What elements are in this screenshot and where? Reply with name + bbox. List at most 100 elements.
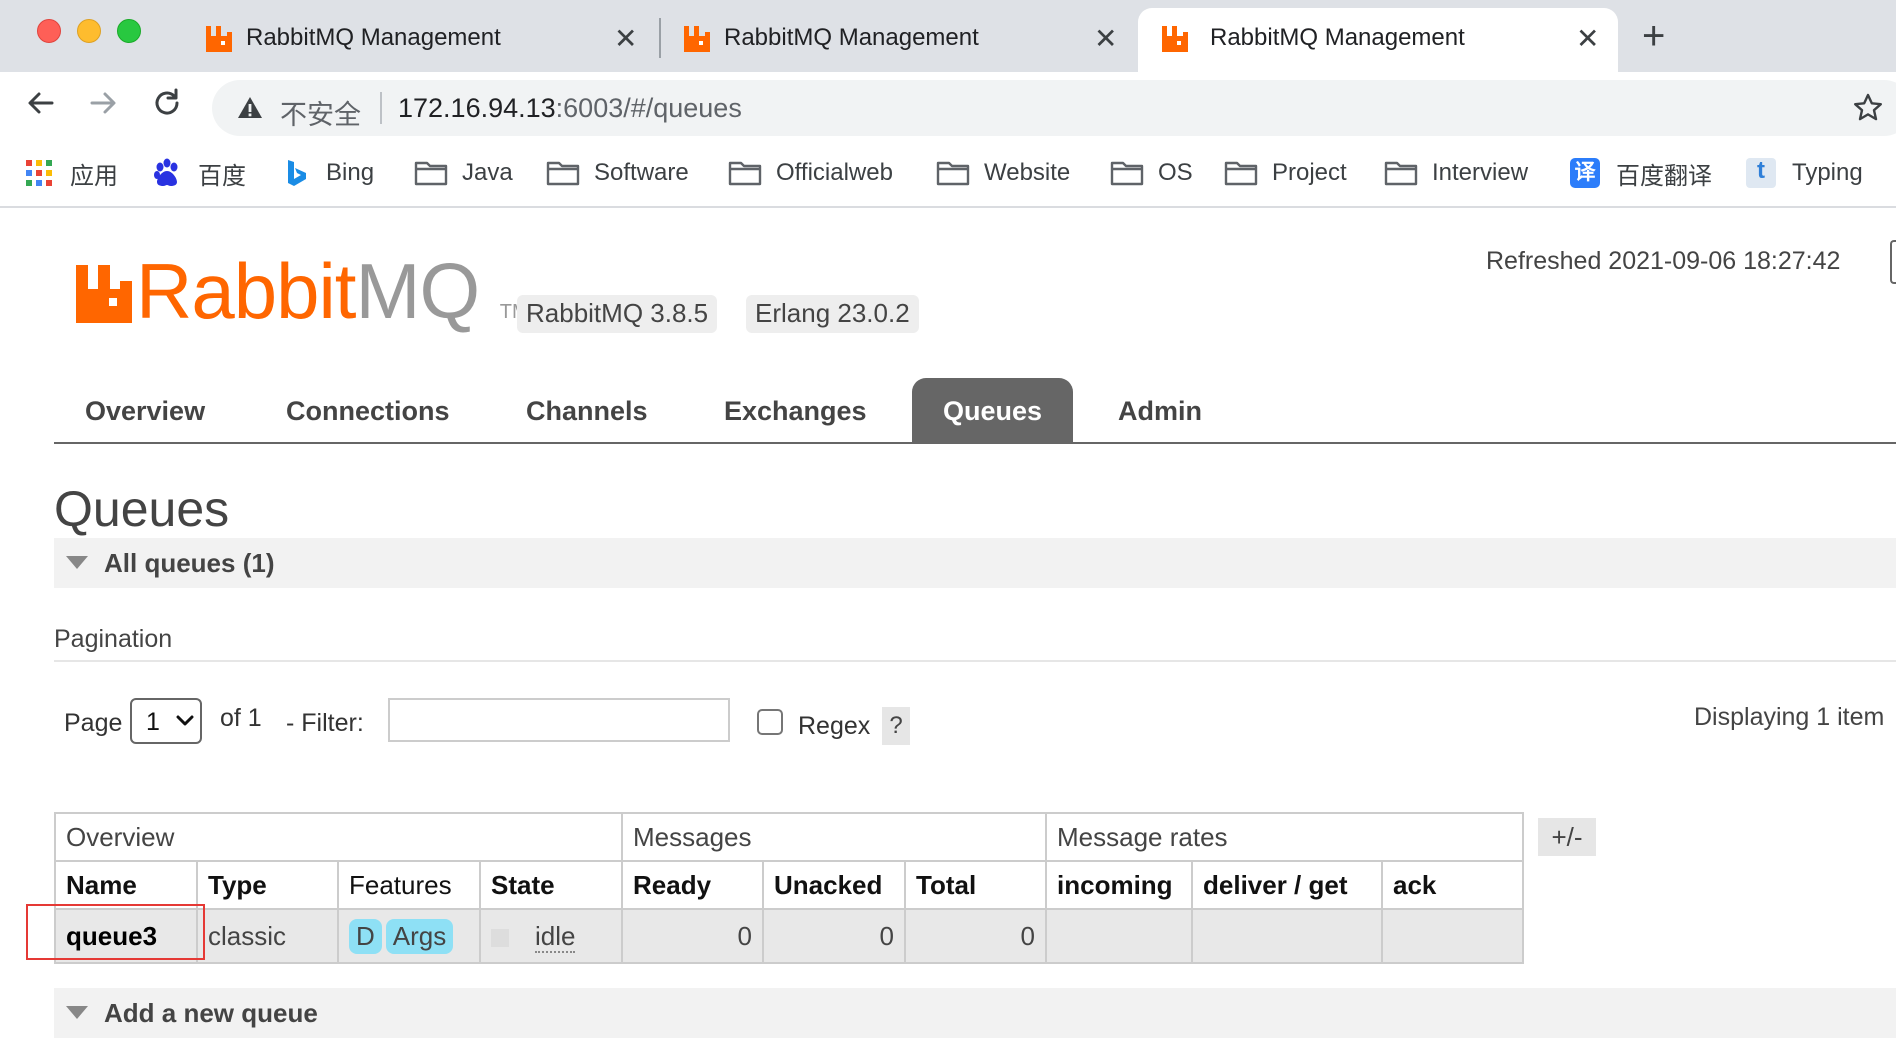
bookmark-typing[interactable]: t Typing [1744, 156, 1863, 190]
bookmark-apps[interactable]: 应用 [22, 156, 118, 190]
bookmark-baidu-translate[interactable]: 译 百度翻译 [1568, 156, 1712, 190]
all-queues-section-header[interactable]: All queues (1) [54, 538, 1896, 588]
queue-state: idle [479, 908, 623, 964]
group-header-overview: Overview [54, 812, 623, 862]
column-header-unacked[interactable]: Unacked [762, 860, 906, 910]
reload-icon[interactable] [150, 86, 184, 120]
tab-connections[interactable]: Connections [286, 396, 450, 427]
browser-toolbar: 不安全 172.16.94.13:6003/#/queues [0, 72, 1896, 140]
column-header-ready[interactable]: Ready [621, 860, 764, 910]
toggle-columns-button[interactable]: +/- [1538, 818, 1596, 856]
queue-unacked: 0 [762, 908, 906, 964]
tab-channels[interactable]: Channels [526, 396, 648, 427]
close-window-button[interactable] [37, 19, 61, 43]
zoom-window-button[interactable] [117, 19, 141, 43]
browser-tab-2[interactable]: RabbitMQ Management ✕ [668, 8, 1128, 72]
bookmark-folder-project[interactable]: Project [1224, 156, 1347, 190]
regex-label: Regex [798, 712, 871, 740]
bookmark-label: Java [462, 159, 513, 186]
minimize-window-button[interactable] [77, 19, 101, 43]
collapse-triangle-icon [66, 556, 88, 569]
regex-help-button[interactable]: ? [882, 707, 910, 745]
rabbitmq-wordmark: RabbitMQ TM [136, 247, 529, 335]
main-nav: Overview Connections Channels Exchanges … [54, 378, 1896, 444]
folder-icon [1224, 158, 1258, 188]
queue-total: 0 [904, 908, 1047, 964]
add-queue-section-header[interactable]: Add a new queue [54, 988, 1896, 1038]
forward-arrow-icon[interactable] [86, 86, 120, 120]
new-tab-button[interactable]: + [1642, 16, 1665, 56]
column-header-features: Features [337, 860, 481, 910]
warning-triangle-icon[interactable] [236, 94, 264, 122]
folder-icon [546, 158, 580, 188]
group-header-message-rates: Message rates [1045, 812, 1524, 862]
bookmark-label: Project [1272, 159, 1347, 186]
browser-tab-1[interactable]: RabbitMQ Management ✕ [190, 8, 650, 72]
column-header-type[interactable]: Type [196, 860, 339, 910]
regex-checkbox[interactable] [757, 709, 783, 735]
bookmark-folder-java[interactable]: Java [414, 156, 513, 190]
bookmark-bing[interactable]: Bing [278, 156, 374, 190]
folder-icon [1384, 158, 1418, 188]
refreshed-timestamp: Refreshed 2021-09-06 18:27:42 [1486, 247, 1841, 275]
bookmark-label: OS [1158, 159, 1193, 186]
state-indicator [491, 928, 509, 947]
column-header-total[interactable]: Total [904, 860, 1047, 910]
column-header-state[interactable]: State [479, 860, 623, 910]
bookmark-label: Bing [326, 159, 375, 186]
column-header-ack[interactable]: ack [1381, 860, 1524, 910]
column-header-name[interactable]: Name [54, 860, 198, 910]
add-queue-title: Add a new queue [104, 998, 318, 1028]
feature-durable-badge: D [349, 918, 382, 954]
bookmark-baidu[interactable]: 百度 [150, 156, 246, 190]
bookmark-folder-website[interactable]: Website [936, 156, 1070, 190]
rabbitmq-favicon-icon [1162, 26, 1188, 52]
table-row: queue3 classic D Args idle 0 0 0 [54, 908, 1524, 964]
not-secure-label[interactable]: 不安全 [280, 93, 361, 132]
bookmark-folder-os[interactable]: OS [1110, 156, 1193, 190]
tab-close-icon[interactable]: ✕ [614, 22, 637, 56]
page-title: Queues [54, 481, 230, 537]
tab-queues[interactable]: Queues [912, 378, 1074, 442]
erlang-badge: Erlang 23.0.2 [746, 295, 919, 333]
url-text[interactable]: 172.16.94.13:6003/#/queues [398, 93, 742, 124]
column-header-deliver-get[interactable]: deliver / get [1191, 860, 1383, 910]
page-select[interactable]: 1 [130, 698, 202, 744]
page-select-value: 1 [146, 708, 160, 736]
bookmark-folder-software[interactable]: Software [546, 156, 689, 190]
bookmark-label: 应用 [70, 162, 118, 190]
tab-overview[interactable]: Overview [85, 396, 205, 427]
address-separator [380, 92, 382, 124]
address-bar[interactable]: 不安全 172.16.94.13:6003/#/queues [212, 80, 1896, 136]
browser-tab-strip: RabbitMQ Management ✕ RabbitMQ Managemen… [0, 0, 1896, 72]
rabbitmq-favicon-icon [206, 26, 232, 52]
queue-ack-rate [1381, 908, 1524, 964]
tab-title: RabbitMQ Management [246, 24, 501, 51]
back-arrow-icon[interactable] [24, 86, 58, 120]
queue-name-link[interactable]: queue3 [54, 908, 198, 964]
feature-args-badge[interactable]: Args [385, 918, 454, 954]
url-path: :6003/#/queues [555, 93, 742, 123]
tab-admin[interactable]: Admin [1118, 396, 1202, 427]
bookmark-label: Typing [1792, 159, 1863, 186]
bookmarks-bar: 应用 百度 Bing Java Software Officialweb Web… [0, 140, 1896, 208]
all-queues-title: All queues (1) [104, 548, 275, 578]
refresh-select-edge[interactable] [1890, 240, 1896, 284]
tab-close-icon[interactable]: ✕ [1094, 22, 1117, 56]
browser-tab-3-active[interactable]: RabbitMQ Management ✕ [1138, 8, 1618, 72]
bookmark-folder-interview[interactable]: Interview [1384, 156, 1528, 190]
rabbitmq-logo-icon[interactable] [76, 265, 132, 323]
chevron-down-icon [176, 715, 194, 726]
tab-close-icon[interactable]: ✕ [1576, 22, 1599, 56]
apps-grid-icon [22, 158, 56, 188]
bookmark-star-icon[interactable] [1852, 92, 1884, 124]
tab-exchanges[interactable]: Exchanges [724, 396, 867, 427]
bookmark-label: Interview [1432, 159, 1529, 186]
bookmark-label: Website [984, 159, 1071, 186]
column-header-incoming[interactable]: incoming [1045, 860, 1193, 910]
filter-input[interactable] [388, 698, 730, 742]
rabbitmq-favicon-icon [684, 26, 710, 52]
bookmark-folder-officialweb[interactable]: Officialweb [728, 156, 893, 190]
bing-icon [278, 158, 312, 188]
bookmark-label: 百度 [198, 162, 246, 190]
